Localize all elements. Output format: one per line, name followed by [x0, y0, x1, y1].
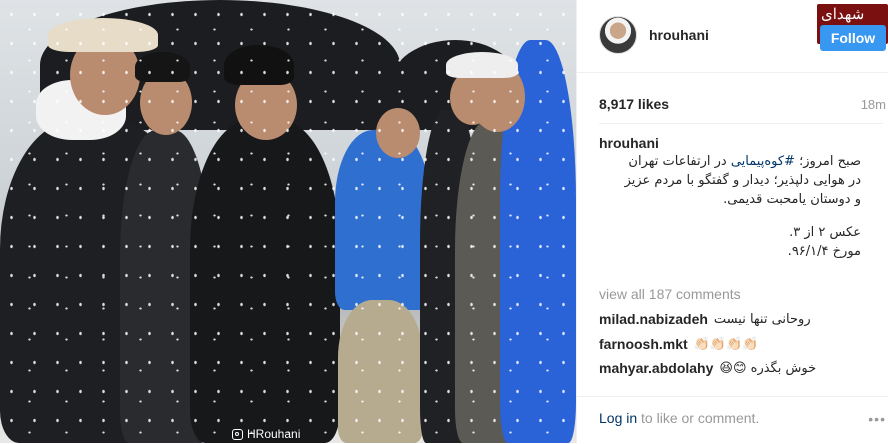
comment-text: 👏🏻👏🏻👏🏻👏🏻 [693, 336, 759, 352]
post-time[interactable]: 18m [861, 97, 886, 112]
post-photo[interactable]: HRouhani [0, 0, 576, 443]
login-link[interactable]: Log in [599, 410, 637, 426]
comment-username[interactable]: mahyar.abdolahy [599, 360, 713, 376]
like-count[interactable]: 8,917 likes [599, 96, 669, 112]
snowfall [0, 0, 576, 443]
view-all-comments-link[interactable]: view all 187 comments [599, 286, 741, 302]
caption-username[interactable]: hrouhani [599, 135, 659, 151]
follow-button[interactable]: Follow [820, 25, 886, 51]
post-sidebar: hrouhani شهدای ایران Follow 8,917 likes … [576, 0, 888, 443]
watermark-text: HRouhani [247, 427, 301, 441]
instagram-icon [232, 428, 243, 440]
post-header: hrouhani شهدای ایران Follow [577, 0, 888, 73]
caption-line: عکس ۲ از ۳. [789, 225, 861, 240]
photo-watermark: HRouhani [232, 427, 300, 441]
more-options-icon[interactable]: ••• [868, 411, 886, 427]
comment-username[interactable]: farnoosh.mkt [599, 336, 688, 352]
login-text: to like or comment. [637, 410, 760, 426]
caption-text: صبح امروز؛ #کوه‌پیمایی در ارتفاعات تهران… [599, 152, 861, 261]
hashtag-link[interactable]: #کوه‌پیمایی [731, 154, 795, 169]
avatar[interactable] [599, 16, 637, 54]
caption-line: در هوایی دلپذیر؛ دیدار و گفتگو با مردم ع… [624, 173, 861, 188]
comment: mahyar.abdolahy 😆😊 خوش بگذره [599, 360, 816, 376]
comment: milad.nabizadeh روحانی تنها نیست [599, 311, 811, 327]
caption-line: مورخ ۹۶/۱/۴. [787, 244, 861, 259]
header-username[interactable]: hrouhani [649, 27, 709, 43]
comment-username[interactable]: milad.nabizadeh [599, 311, 708, 327]
comment-text: روحانی تنها نیست [713, 311, 811, 327]
caption-line: در ارتفاعات تهران [628, 154, 731, 169]
login-prompt: Log in to like or comment. [599, 410, 759, 426]
comment-text: 😆😊 خوش بگذره [719, 360, 817, 376]
caption-line: صبح امروز؛ [794, 154, 861, 169]
divider [599, 123, 883, 124]
caption-line: و دوستان یامحبت قدیمی. [723, 192, 861, 207]
post-footer: Log in to like or comment. ••• [577, 396, 888, 444]
comment: farnoosh.mkt 👏🏻👏🏻👏🏻👏🏻 [599, 336, 758, 352]
